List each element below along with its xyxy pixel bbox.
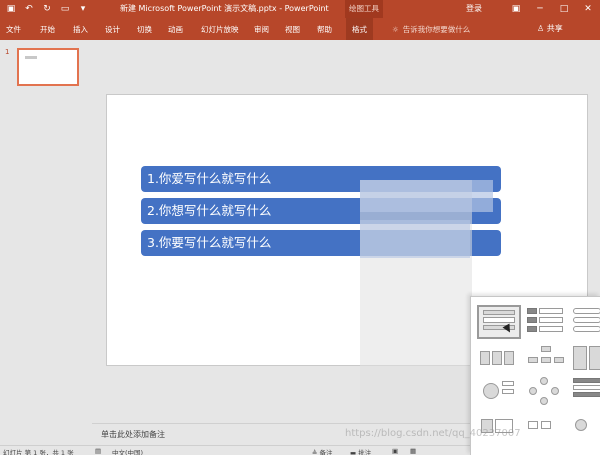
notes-toggle-label: 备注	[319, 449, 333, 455]
layout-option-horizontal-boxes[interactable]	[477, 343, 521, 377]
layout-shape	[483, 383, 499, 399]
tab-view[interactable]: 视图	[285, 24, 300, 35]
tab-slideshow[interactable]: 幻灯片放映	[201, 24, 239, 35]
layout-option-stacked-list[interactable]	[525, 305, 569, 339]
share-label: 共享	[546, 24, 563, 33]
preview-bar-2	[360, 220, 470, 258]
tab-format[interactable]: 格式	[346, 18, 373, 40]
redo-icon[interactable]: ↻	[40, 2, 54, 16]
layout-shape	[573, 385, 600, 390]
layout-shape	[504, 351, 514, 365]
layout-shape	[541, 357, 551, 363]
tab-help[interactable]: 帮助	[317, 24, 332, 35]
layout-option-stacked-blocks[interactable]	[571, 375, 600, 409]
notes-toggle[interactable]: ≜ 备注	[312, 447, 333, 455]
login-link[interactable]: 登录	[466, 3, 482, 14]
layout-shape	[527, 326, 537, 332]
comments-toggle-label: 批注	[358, 449, 372, 455]
layout-option-hierarchy[interactable]	[525, 343, 569, 377]
language-indicator[interactable]: 中文(中国)	[112, 447, 143, 455]
layout-option-cycle[interactable]	[525, 375, 569, 409]
slide-number: 1	[5, 48, 10, 56]
lightbulb-icon: ☼	[392, 25, 399, 34]
tab-animations[interactable]: 动画	[168, 24, 183, 35]
notes-placeholder: 单击此处添加备注	[101, 430, 165, 439]
layout-shape	[527, 317, 537, 323]
sorter-view-icon[interactable]: ▦	[410, 447, 416, 455]
present-icon[interactable]: ▭	[58, 2, 72, 16]
dropdown-icon[interactable]: ▾	[76, 2, 90, 16]
thumbnail-content	[25, 56, 37, 59]
layout-shape	[573, 308, 600, 314]
tab-insert[interactable]: 插入	[73, 24, 88, 35]
layout-shape	[589, 346, 600, 370]
layout-shape	[528, 357, 538, 363]
layout-shape	[554, 357, 564, 363]
layout-shape	[480, 351, 490, 365]
tab-transitions[interactable]: 切换	[137, 24, 152, 35]
layout-option-rounded-list[interactable]	[571, 305, 600, 339]
title-bar: ▣ ↶ ↻ ▭ ▾ 新建 Microsoft PowerPoint 演示文稿.p…	[0, 0, 600, 18]
close-icon[interactable]: ✕	[576, 0, 600, 18]
minimize-icon[interactable]: ─	[528, 0, 552, 18]
save-icon[interactable]: ▣	[4, 2, 18, 16]
layout-option-process[interactable]	[525, 411, 569, 445]
layout-shape	[573, 378, 600, 383]
ribbon-display-icon[interactable]: ▣	[504, 0, 528, 18]
layout-shape	[502, 389, 514, 394]
layout-shape	[551, 387, 559, 395]
layout-shape	[492, 351, 502, 365]
layout-shape	[539, 308, 563, 314]
tab-design[interactable]: 设计	[105, 24, 120, 35]
layout-shape	[483, 310, 515, 315]
tell-me-search[interactable]: ☼ 告诉我你想要做什么	[392, 24, 470, 35]
layout-shape	[573, 346, 587, 370]
layout-shape	[502, 381, 514, 386]
watermark: https://blog.csdn.net/qq_40237007	[345, 428, 521, 439]
layout-option-circle-list[interactable]	[477, 375, 521, 409]
layout-shape	[541, 346, 551, 352]
tab-file[interactable]: 文件	[6, 24, 21, 35]
search-placeholder: 告诉我你想要做什么	[402, 25, 471, 34]
layout-shape	[528, 421, 538, 429]
undo-icon[interactable]: ↶	[22, 2, 36, 16]
quick-access-toolbar: ▣ ↶ ↻ ▭ ▾	[4, 2, 90, 16]
ribbon-tabs: 文件 开始 插入 设计 切换 动画 幻灯片放映 审阅 视图 帮助 格式 ☼ 告诉我…	[0, 18, 600, 40]
layout-option-chevron[interactable]	[571, 411, 600, 445]
comments-toggle[interactable]: ▬ 批注	[350, 447, 371, 455]
layout-shape	[573, 326, 600, 332]
layout-shape	[529, 387, 537, 395]
drawing-tools-label: 绘图工具	[345, 0, 383, 18]
normal-view-icon[interactable]: ▣	[392, 447, 398, 455]
layout-shape	[575, 419, 587, 431]
layout-shape	[539, 317, 563, 323]
slide-thumbnail[interactable]	[17, 48, 79, 86]
spellcheck-icon[interactable]: ▤	[95, 447, 101, 455]
layout-shape	[540, 377, 548, 385]
window-title: 新建 Microsoft PowerPoint 演示文稿.pptx - Powe…	[120, 4, 329, 13]
preview-bar-1	[360, 180, 493, 212]
layout-option-vertical-bullet[interactable]	[477, 305, 521, 339]
layout-shape	[573, 392, 600, 397]
layout-shape	[573, 317, 600, 323]
layout-shape	[527, 308, 537, 314]
maximize-icon[interactable]: □	[552, 0, 576, 18]
slide-thumbnail-pane: 1	[0, 40, 92, 445]
layout-shape	[539, 326, 563, 332]
layout-shape	[483, 317, 515, 323]
tab-review[interactable]: 审阅	[254, 24, 269, 35]
tab-home[interactable]: 开始	[40, 24, 55, 35]
window-controls: ▣ ─ □ ✕	[504, 0, 600, 18]
person-icon: ♙	[537, 24, 545, 33]
layout-option-block-list[interactable]	[571, 343, 600, 377]
layout-shape	[540, 397, 548, 405]
share-button[interactable]: ♙ 共享	[537, 23, 563, 34]
slide-info: 幻灯片 第 1 张，共 1 张	[3, 449, 74, 455]
layout-shape	[541, 421, 551, 429]
